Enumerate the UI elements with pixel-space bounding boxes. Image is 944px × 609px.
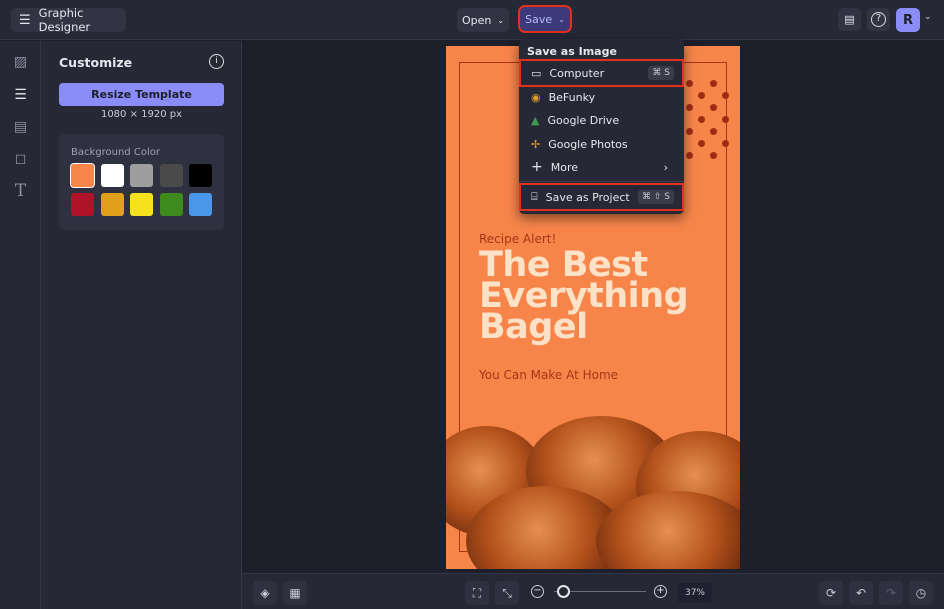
zoom-in-icon[interactable]: +: [654, 585, 667, 598]
chevron-down-icon: ⌄: [558, 14, 565, 24]
monitor-icon: ▭: [531, 66, 542, 80]
decor-dot: [710, 152, 717, 159]
hamburger-icon: ☰: [19, 12, 31, 28]
layout-icon[interactable]: ▤: [12, 119, 29, 136]
decor-dot: [698, 140, 705, 147]
decor-dot: [722, 140, 729, 147]
briefcase-icon: ⌸: [531, 190, 538, 203]
zoom-slider[interactable]: [554, 585, 646, 598]
expand-icon: ⛶: [472, 586, 482, 600]
info-icon[interactable]: i: [209, 54, 224, 69]
actual-size-button[interactable]: ⤡: [495, 581, 519, 605]
sliders-icon[interactable]: ☰: [12, 87, 29, 104]
refresh-button[interactable]: ⟳: [819, 581, 843, 605]
background-color-label: Background Color: [71, 147, 160, 158]
shapes-icon[interactable]: ◻: [12, 151, 29, 168]
resize-template-button[interactable]: Resize Template: [59, 83, 224, 106]
open-button[interactable]: Open ⌄: [457, 8, 509, 32]
color-swatch[interactable]: [100, 193, 124, 216]
comment-icon: ▤: [844, 13, 855, 26]
decor-dot: [686, 152, 693, 159]
decor-dot: [686, 128, 693, 135]
redo-button[interactable]: ↷: [879, 581, 903, 605]
color-swatch[interactable]: [100, 164, 124, 187]
menu-divider: [519, 181, 684, 182]
decor-dot: [710, 80, 717, 87]
chevron-right-icon: ›: [663, 160, 668, 174]
avatar[interactable]: R: [896, 8, 920, 32]
grid-button[interactable]: ▦: [283, 581, 307, 605]
customize-panel: Customize i Resize Template 1080 × 1920 …: [41, 41, 242, 609]
color-swatch[interactable]: [70, 163, 95, 188]
grid-icon: ▦: [289, 586, 301, 600]
color-swatch[interactable]: [130, 193, 153, 216]
save-to-computer[interactable]: ▭ Computer ⌘ S: [519, 59, 684, 87]
help-button[interactable]: ?: [867, 8, 890, 31]
decor-dot: [722, 116, 729, 123]
decor-dot: [686, 104, 693, 111]
app-title: Graphic Designer: [38, 6, 91, 34]
color-swatch[interactable]: [159, 193, 183, 216]
undo-button[interactable]: ↶: [849, 581, 873, 605]
comments-button[interactable]: ▤: [838, 8, 861, 31]
befunky-icon: ◉: [531, 90, 541, 104]
decor-dot: [710, 128, 717, 135]
history-icon: ◷: [915, 586, 927, 600]
refresh-icon: ⟳: [825, 586, 837, 600]
decor-dot: [710, 104, 717, 111]
more-options[interactable]: + More ›: [521, 155, 682, 179]
color-swatch[interactable]: [159, 164, 183, 187]
undo-icon: ↶: [855, 586, 867, 600]
bottom-toolbar: ◈ ▦ ⛶ ⤡ − + 37% ⟳ ↶ ↷ ◷: [242, 573, 944, 609]
poster-kicker: Recipe Alert!: [479, 232, 557, 246]
zoom-percentage[interactable]: 37%: [678, 583, 712, 603]
color-swatch[interactable]: [189, 164, 212, 187]
template-dimensions: 1080 × 1920 px: [100, 109, 183, 120]
collapse-icon: ⤡: [502, 586, 512, 600]
decor-dot: [698, 116, 705, 123]
poster-subtitle: You Can Make At Home: [479, 368, 619, 382]
save-to-google-photos[interactable]: ✢ Google Photos: [521, 132, 682, 156]
decor-dot: [686, 80, 693, 87]
decor-dot: [698, 92, 705, 99]
save-as-image-heading: Save as Image: [527, 45, 617, 58]
zoom-slider-handle[interactable]: [557, 585, 571, 598]
chevron-down-icon: ⌄: [497, 15, 505, 25]
poster-title: The Best Everything Bagel: [479, 245, 689, 347]
save-as-project[interactable]: ⌸ Save as Project ⌘ ⇧ S: [519, 183, 684, 211]
redo-icon: ↷: [885, 586, 897, 600]
save-to-google-drive[interactable]: ▲ Google Drive: [521, 108, 682, 132]
plus-icon: +: [531, 159, 543, 175]
save-to-befunky[interactable]: ◉ BeFunky: [521, 85, 682, 109]
zoom-out-icon[interactable]: −: [531, 585, 544, 598]
google-drive-icon: ▲: [531, 113, 540, 127]
color-swatch[interactable]: [130, 164, 153, 187]
layers-button[interactable]: ◈: [253, 581, 277, 605]
decor-dot: [722, 92, 729, 99]
color-swatch[interactable]: [189, 193, 212, 216]
history-button[interactable]: ◷: [909, 581, 933, 605]
image-icon[interactable]: ▨: [12, 54, 29, 71]
top-bar: ☰ Graphic Designer Open ⌄ Save ⌄ ▤ ? R ⌄: [0, 0, 944, 40]
color-swatch[interactable]: [71, 193, 94, 216]
fit-screen-button[interactable]: ⛶: [465, 581, 489, 605]
layers-icon: ◈: [260, 586, 270, 600]
text-icon[interactable]: T: [12, 183, 29, 200]
chevron-down-icon[interactable]: ⌄: [924, 12, 932, 22]
save-button[interactable]: Save ⌄: [518, 5, 572, 33]
app-menu-button[interactable]: ☰ Graphic Designer: [11, 6, 126, 34]
tool-rail: ▨ ☰ ▤ ◻ T: [0, 41, 41, 609]
save-menu: Save as Image ▭ Computer ⌘ S ◉ BeFunky ▲ Goo…: [519, 39, 684, 214]
google-photos-icon: ✢: [531, 137, 541, 151]
panel-title: Customize: [59, 55, 133, 70]
background-color-card: Background Color: [59, 134, 224, 230]
help-icon: ?: [871, 12, 886, 27]
